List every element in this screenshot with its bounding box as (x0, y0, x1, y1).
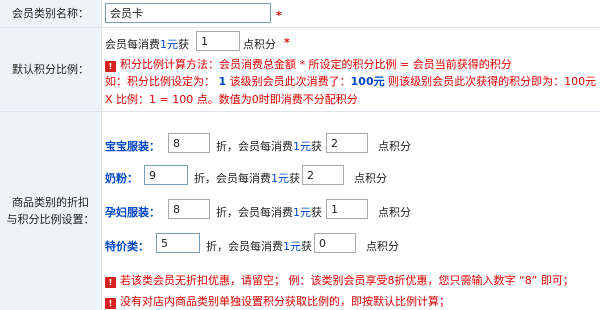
category-name: 孕妇服装： (105, 206, 160, 219)
ratio-help-line2: 如：积分比例设定为： 1 该级别会员此次消费了：100元 则该级别会员此次获得的… (105, 75, 597, 88)
category-name: 特价类： (105, 240, 149, 253)
label-category-name: 会员类别名称： (0, 0, 102, 27)
points-input[interactable] (314, 233, 356, 253)
discount-input[interactable] (168, 133, 210, 153)
discount-input[interactable] (144, 165, 188, 185)
ratio-suffix: 点积分 (243, 38, 276, 51)
row-category-discounts: 商品类别的折扣 与积分比例设置： 宝宝服装： 折，会员每消费1元获 点积分 奶粉… (0, 112, 600, 310)
category-note-1: ! 若该类会员无折扣优惠，请留空； 例：该类别会员享受8折优惠，您只需输入数字 “… (105, 272, 574, 288)
points-input[interactable] (326, 199, 368, 219)
required-mark: * (276, 9, 282, 22)
row-default-ratio: 默认积分比例： 会员每消费1元获 点积分 * !积分比例计算方法：会员消费总金额… (0, 28, 600, 112)
category-name: 奶粉： (105, 172, 138, 185)
points-input[interactable] (302, 165, 344, 185)
discount-input[interactable] (156, 233, 200, 253)
label-category-discounts: 商品类别的折扣 与积分比例设置： (0, 112, 102, 310)
ratio-amount: 1元 (160, 38, 178, 51)
discount-input[interactable] (168, 199, 210, 219)
category-name: 宝宝服装： (105, 140, 160, 153)
ratio-prefix: 会员每消费 (105, 38, 160, 51)
default-ratio-input[interactable] (196, 31, 240, 51)
info-icon: ! (105, 277, 116, 288)
category-note-2: ! 没有对店内商品类别单独设置积分获取比例的，即按默认比例计算； (105, 293, 450, 309)
member-category-form: 会员类别名称： * 默认积分比例： 会员每消费1元获 点积分 * !积分比例计算… (0, 0, 600, 310)
ratio-help-line1: ! 积分比例计算方法：会员消费总金额 * 所设定的积分比例 = 会员当前获得的积分 (105, 56, 512, 72)
row-category-name: 会员类别名称： * (0, 0, 600, 28)
ratio-required-mark: * (284, 36, 290, 49)
points-input[interactable] (326, 133, 368, 153)
label-default-ratio: 默认积分比例： (0, 28, 102, 111)
ratio-get: 获 (178, 38, 189, 51)
info-icon: ! (105, 61, 116, 72)
ratio-help-line3: X 比例：1 = 100 点。数值为0时即消费不分配积分 (105, 93, 358, 106)
category-name-input[interactable] (105, 3, 271, 23)
info-icon: ! (105, 298, 116, 309)
